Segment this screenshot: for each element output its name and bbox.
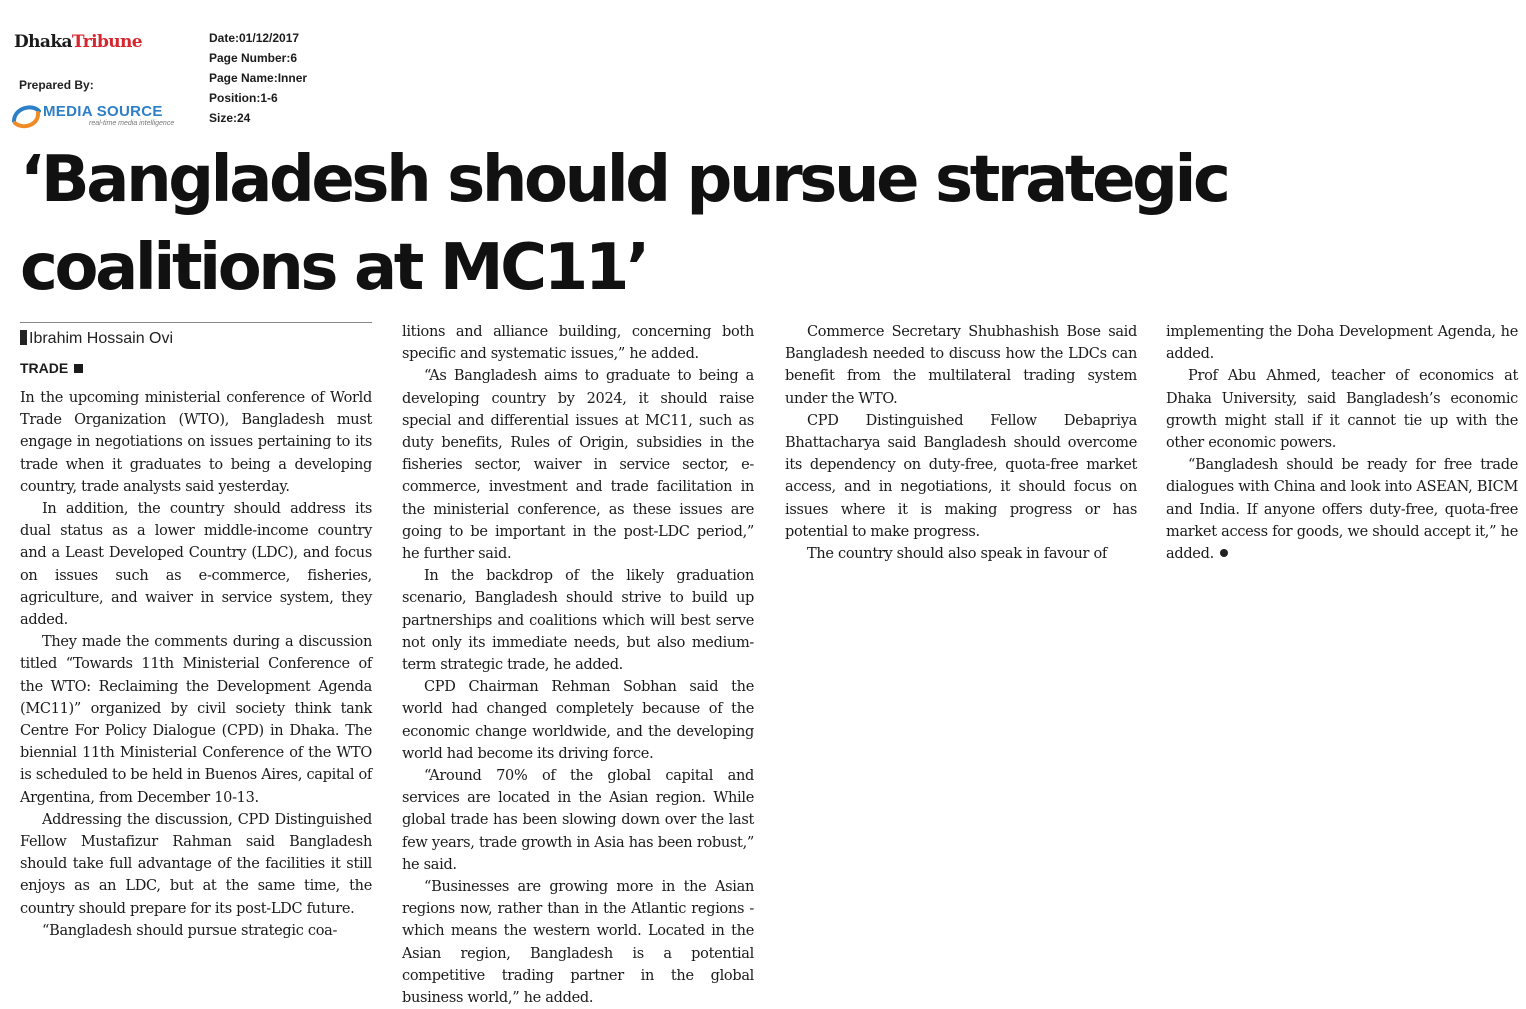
paragraph: litions and alliance building, concernin… — [402, 324, 754, 363]
media-source-tagline: real-time media intelligence — [89, 120, 175, 127]
byline: Ibrahim Hossain Ovi — [20, 330, 173, 348]
end-of-article-icon — [1219, 549, 1228, 558]
media-source-name: MEDIA SOURCE — [43, 103, 163, 120]
paragraph: Commerce Secretary Shubhashish Bose said… — [785, 324, 1137, 407]
paragraph: “As Bangladesh aims to graduate to being… — [402, 368, 754, 563]
paragraph: “Businesses are growing more in the Asia… — [402, 879, 754, 1007]
article-headline: ‘Bangladesh should pursue strategic coal… — [20, 136, 1500, 312]
paragraph: In addition, the country should address … — [20, 501, 372, 629]
headline-line-1: ‘Bangladesh should pursue strategic — [20, 143, 1231, 217]
author-name: Ibrahim Hossain Ovi — [29, 330, 174, 347]
byline-divider — [20, 322, 372, 323]
section-name: TRADE — [20, 360, 69, 376]
meta-size: Size:24 — [209, 111, 251, 125]
byline-bar-icon — [20, 330, 27, 345]
headline-line-2: coalitions at MC11’ — [20, 231, 650, 305]
dhaka-tribune-logo: DhakaTribune — [14, 32, 143, 52]
media-source-swirl-icon — [12, 105, 41, 129]
paragraph: “Bangladesh should pursue strategic coa- — [42, 922, 338, 939]
article-column-3: Commerce Secretary Shubhashish Bose said… — [785, 321, 1137, 565]
paragraph: implementing the Doha Development Agenda… — [1166, 324, 1518, 363]
meta-page-name: Page Name:Inner — [209, 71, 308, 85]
paragraph-text: “Bangladesh should be ready for free tra… — [1166, 457, 1518, 563]
media-source-logo: MEDIA SOURCE real-time media intelligenc… — [9, 99, 179, 135]
logo-part-dhaka: Dhaka — [14, 32, 73, 52]
paragraph: The country should also speak in favour … — [807, 546, 1107, 563]
paragraph: CPD Chairman Rehman Sobhan said the worl… — [402, 679, 754, 762]
article-column-2: litions and alliance building, concernin… — [402, 321, 754, 1009]
paragraph: In the backdrop of the likely graduation… — [402, 568, 754, 674]
paragraph: In the upcoming ministerial conference o… — [20, 390, 372, 495]
paragraph: Addressing the discussion, CPD Distingui… — [20, 811, 372, 917]
meta-date: Date:01/12/2017 — [209, 31, 300, 45]
section-label: TRADE — [20, 360, 84, 376]
paragraph: Prof Abu Ahmed, teacher of economics at … — [1166, 368, 1518, 452]
clipping-metadata: Date:01/12/2017 Page Number:6 Page Name:… — [209, 28, 307, 128]
logo-part-tribune: Tribune — [71, 32, 143, 52]
prepared-by-label: Prepared By: — [19, 78, 94, 92]
meta-position: Position:1-6 — [209, 91, 278, 105]
article-column-1: In the upcoming ministerial conference o… — [20, 387, 372, 942]
section-square-icon — [74, 364, 84, 373]
paragraph: They made the comments during a discussi… — [20, 634, 372, 806]
meta-page-number: Page Number:6 — [209, 51, 298, 65]
article-column-4: implementing the Doha Development Agenda… — [1166, 321, 1518, 565]
paragraph: “Around 70% of the global capital and se… — [402, 768, 754, 873]
paragraph: CPD Distinguished Fellow Debapriya Bhatt… — [785, 412, 1137, 540]
paragraph: “Bangladesh should be ready for free tra… — [1166, 454, 1518, 565]
